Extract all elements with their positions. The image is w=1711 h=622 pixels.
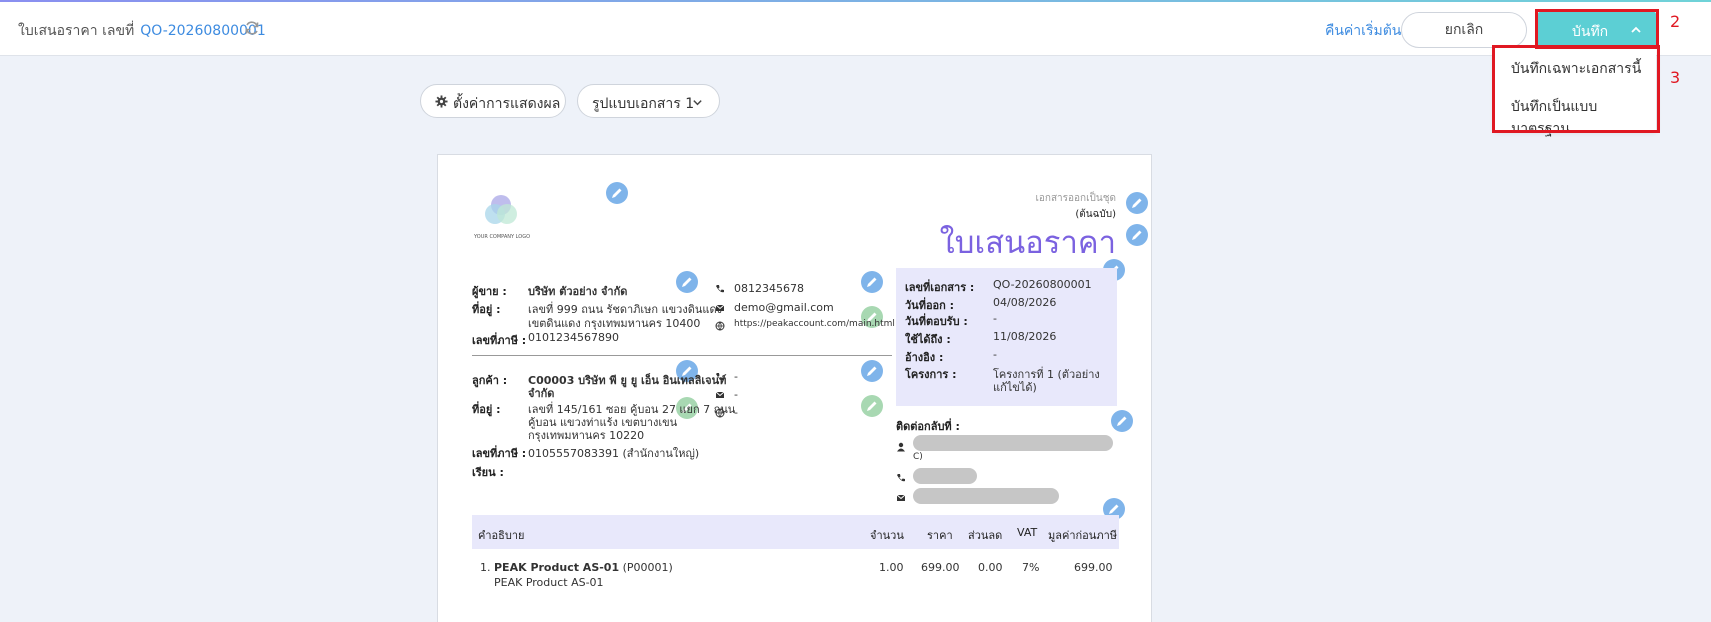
phone-icon — [716, 373, 724, 381]
redacted-contact-name — [913, 435, 1113, 451]
issue-date-value: 04/08/2026 — [993, 296, 1057, 309]
annotation-label-2: 2 — [1670, 12, 1681, 31]
edit-customer-contact-alt-button[interactable] — [861, 395, 883, 417]
seller-label: ผู้ขาย : — [472, 285, 507, 298]
doc-no-label: เลขที่เอกสาร : — [905, 281, 975, 294]
customer-tax-label: เลขที่ภาษี : — [472, 447, 527, 460]
customer-name-line1: C00003 บริษัท พี ยู ยู เอ็น อินเทลลิเจนท… — [528, 374, 727, 387]
project-label: โครงการ : — [905, 368, 957, 381]
logo-text: YOUR COMPANY LOGO — [474, 234, 531, 240]
cancel-button[interactable]: ยกเลิก — [1401, 12, 1527, 48]
pencil-icon — [1132, 230, 1142, 240]
chevron-down-icon — [693, 100, 702, 106]
mail-icon — [715, 304, 725, 311]
company-logo — [485, 195, 517, 224]
reference-value: - — [993, 348, 997, 361]
col-quantity: จำนวน — [870, 529, 904, 542]
item-description: PEAK Product AS-01 — [494, 576, 604, 589]
pencil-icon — [612, 188, 622, 198]
pencil-icon — [867, 277, 877, 287]
edit-seller-button[interactable] — [676, 271, 698, 293]
customer-tax-id: 0105557083391 (สำนักงานใหญ่) — [528, 447, 700, 460]
copy-note: เอกสารออกเป็นชุด — [1035, 193, 1116, 204]
globe-icon — [715, 321, 725, 331]
mail-icon — [715, 391, 725, 398]
customer-address-line3: กรุงเทพมหานคร 10220 — [528, 429, 645, 442]
seller-website: https://peakaccount.com/main.html — [734, 319, 895, 329]
refresh-icon[interactable] — [244, 20, 260, 36]
valid-until-label: ใช้ได้ถึง : — [905, 333, 951, 346]
template-select[interactable]: รูปแบบเอกสาร 1 — [577, 84, 720, 118]
col-price: ราคา — [927, 529, 953, 542]
seller-address-label: ที่อยู่ : — [472, 303, 501, 316]
redacted-contact-phone — [913, 468, 977, 484]
page-title: ใบเสนอราคา เลขที่ QO-20260800001 — [18, 20, 266, 42]
customer-email: - — [734, 388, 738, 401]
seller-tax-label: เลขที่ภาษี : — [472, 334, 527, 347]
customer-attn-label: เรียน : — [472, 466, 504, 479]
seller-name: บริษัท ตัวอย่าง จำกัด — [528, 285, 628, 298]
valid-until-value: 11/08/2026 — [993, 330, 1057, 343]
customer-phone: - — [734, 370, 738, 383]
document-heading: ใบเสนอราคา — [939, 225, 1116, 261]
reset-default-link[interactable]: คืนค่าเริ่มต้น — [1325, 20, 1401, 42]
highlight-box-save-button — [1535, 9, 1659, 49]
highlight-box-save-menu — [1492, 45, 1660, 133]
customer-website: - — [734, 406, 738, 419]
page-title-label: ใบเสนอราคา เลขที่ — [18, 23, 135, 39]
item-discount: 0.00 — [978, 561, 1003, 574]
row-number: 1. — [480, 561, 491, 574]
header-bar: ใบเสนอราคา เลขที่ QO-20260800001 คืนค่าเร… — [0, 2, 1711, 56]
phone-icon — [897, 474, 905, 482]
row-item: PEAK Product AS-01 (P00001) — [494, 561, 673, 574]
doc-no-value: QO-20260800001 — [993, 278, 1092, 291]
seller-email: demo@gmail.com — [734, 301, 834, 314]
edit-customer-contact-button[interactable] — [861, 360, 883, 382]
person-icon — [897, 442, 905, 452]
item-amount: 699.00 — [1074, 561, 1113, 574]
pencil-icon — [867, 366, 877, 376]
col-description: คำอธิบาย — [478, 529, 525, 542]
edit-seller-contact-button[interactable] — [861, 271, 883, 293]
reference-label: อ้างอิง : — [905, 351, 944, 364]
annotation-label-3: 3 — [1670, 68, 1681, 87]
item-vat: 7% — [1022, 561, 1040, 574]
pencil-icon — [1109, 504, 1119, 514]
item-quantity: 1.00 — [879, 561, 904, 574]
gear-icon — [435, 95, 448, 108]
customer-address-label: ที่อยู่ : — [472, 403, 501, 416]
display-settings-button[interactable]: ตั้งค่าการแสดงผล — [420, 84, 566, 118]
contact-back-label: ติดต่อกลับที่ : — [896, 420, 960, 433]
edit-copy-note-button[interactable] — [1126, 192, 1148, 214]
item-name: PEAK Product AS-01 — [494, 561, 620, 574]
display-settings-label: ตั้งค่าการแสดงผล — [453, 96, 561, 112]
item-price: 699.00 — [921, 561, 960, 574]
seller-tax-id: 0101234567890 — [528, 331, 619, 344]
col-vat: VAT — [1017, 526, 1038, 539]
contact-name-tail: C) — [913, 452, 923, 462]
pencil-icon — [1117, 416, 1127, 426]
seller-address-line2: เขตดินแดง กรุงเทพมหานคร 10400 — [528, 317, 701, 330]
template-select-value: รูปแบบเอกสาร 1 — [592, 96, 695, 112]
globe-icon — [715, 408, 725, 418]
col-discount: ส่วนลด — [968, 529, 1003, 542]
edit-contact-back-button[interactable] — [1111, 410, 1133, 432]
edit-logo-button[interactable] — [606, 182, 628, 204]
item-code: (P00001) — [622, 561, 673, 574]
section-divider — [472, 355, 892, 356]
edit-heading-button[interactable] — [1126, 224, 1148, 246]
customer-label: ลูกค้า : — [472, 374, 508, 387]
mail-icon — [896, 494, 906, 501]
pencil-icon — [1132, 198, 1142, 208]
pencil-icon — [867, 401, 877, 411]
accept-date-value: - — [993, 312, 997, 325]
seller-phone: 0812345678 — [734, 282, 804, 295]
redacted-contact-email — [913, 488, 1059, 504]
accept-date-label: วันที่ตอบรับ : — [905, 315, 968, 328]
col-amount: มูลค่าก่อนภาษี — [1048, 529, 1117, 542]
pencil-icon — [682, 277, 692, 287]
project-value-line2: แก้ไขได้) — [993, 381, 1037, 394]
phone-icon — [716, 285, 724, 293]
quotation-document: YOUR COMPANY LOGO เอกสารออกเป็นชุด (ต้นฉ… — [437, 154, 1152, 622]
